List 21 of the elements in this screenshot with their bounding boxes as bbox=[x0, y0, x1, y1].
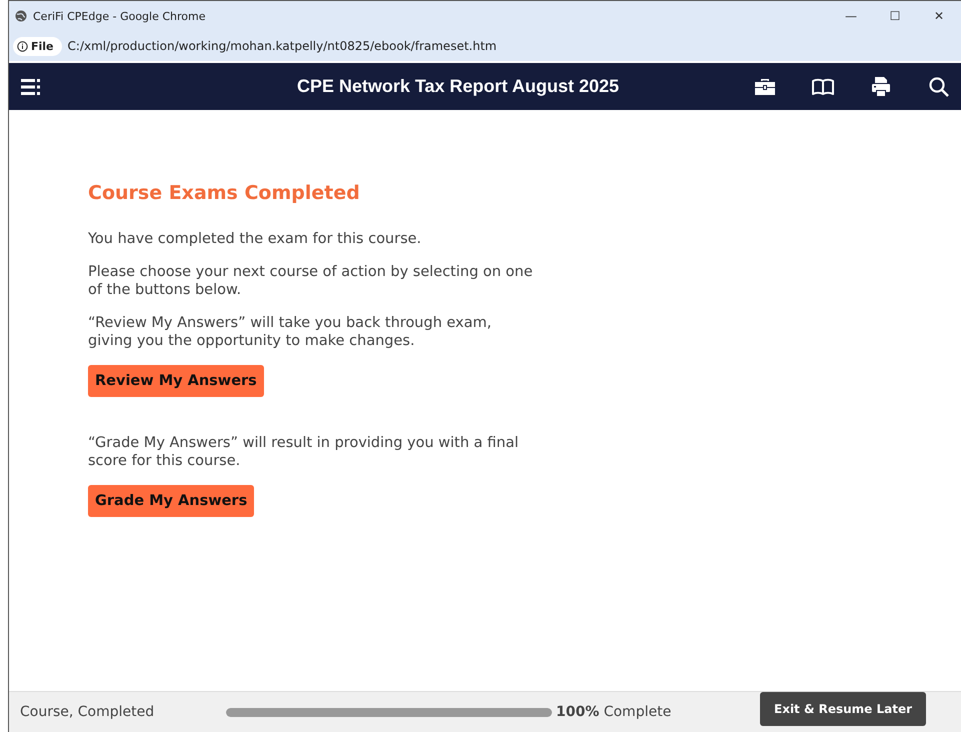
exit-button[interactable]: Exit & Resume Later bbox=[760, 692, 926, 726]
search-icon[interactable] bbox=[927, 74, 951, 98]
progress-reading: 100% Complete bbox=[556, 704, 672, 720]
minimize-button[interactable]: — bbox=[829, 9, 873, 23]
window-title: CeriFi CPEdge - Google Chrome bbox=[33, 10, 206, 22]
course-status: Course, Completed bbox=[20, 704, 156, 720]
instruction-text: “Grade My Answers” will result in providing you with a final score for this course. bbox=[88, 434, 520, 470]
action-button[interactable]: Review My Answers bbox=[88, 365, 264, 397]
info-icon bbox=[17, 40, 28, 52]
url-text[interactable]: C:/xml/production/working/mohan.katpelly/nt0825/ebook/frameset.htm bbox=[68, 39, 497, 53]
instruction-text: Please choose your next course of action by selecting on one of the buttons below. bbox=[88, 263, 534, 299]
globe-icon bbox=[15, 10, 27, 22]
book-title: CPE Network Tax Report August 2025 bbox=[296, 76, 620, 97]
instruction-text: “Review My Answers” will take you back through exam, giving you the opportunity to make changes. bbox=[88, 314, 492, 350]
printer-icon[interactable] bbox=[869, 74, 893, 98]
close-button[interactable]: ✕ bbox=[917, 9, 961, 23]
instruction-text: You have completed the exam for this course. bbox=[88, 230, 422, 248]
page-heading: Course Exams Completed bbox=[88, 182, 361, 204]
site-info-button[interactable]: File bbox=[13, 36, 62, 56]
action-button[interactable]: Grade My Answers bbox=[88, 485, 254, 517]
maximize-button[interactable]: ☐ bbox=[873, 9, 917, 23]
